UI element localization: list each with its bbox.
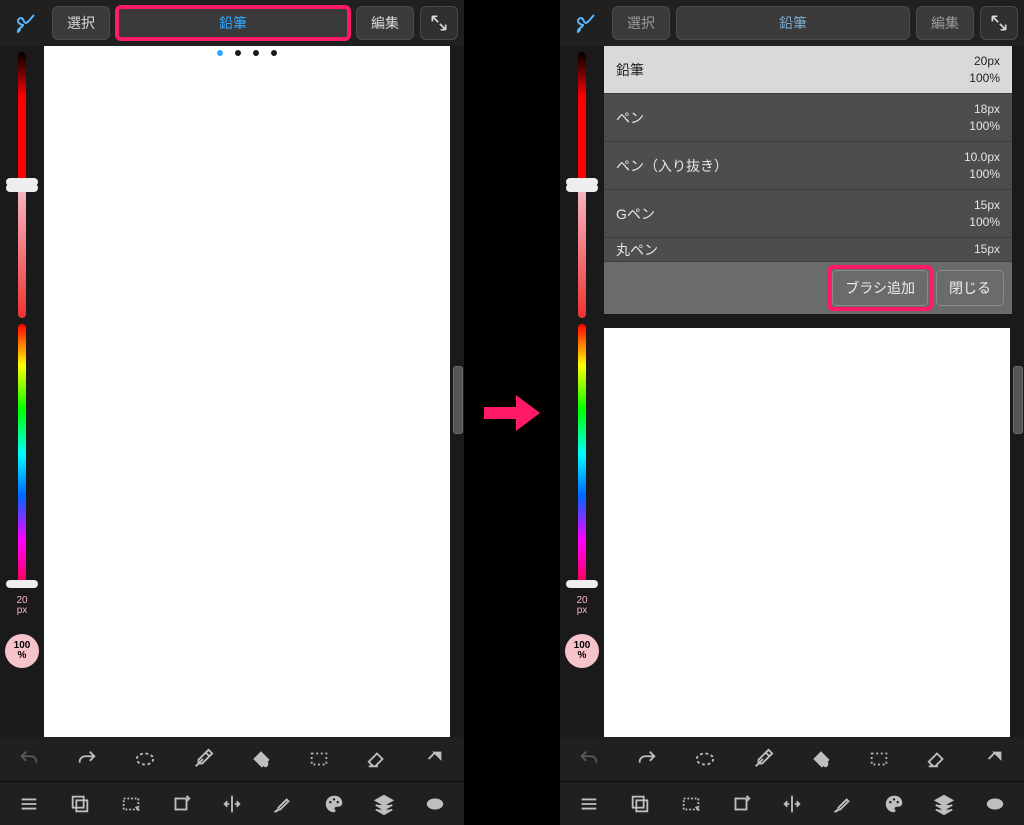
eraser-icon[interactable] [356,742,398,776]
menu-icon[interactable] [8,787,50,821]
brush-tool-icon[interactable] [6,6,46,40]
bucket-icon[interactable] [240,742,282,776]
ellipse-tool-icon[interactable] [414,787,456,821]
bucket-icon[interactable] [800,742,842,776]
crop-marquee-icon[interactable] [110,787,152,821]
undo-icon[interactable] [8,742,50,776]
scrollbar-thumb[interactable] [453,366,463,434]
arrow-icon [480,389,544,437]
rotate-icon[interactable] [160,787,202,821]
fullscreen-icon[interactable] [980,6,1018,40]
brush-settings-icon[interactable] [822,787,864,821]
brightness-slider[interactable] [9,52,35,182]
eraser-icon[interactable] [916,742,958,776]
share-icon[interactable] [974,742,1016,776]
bottom-toolbar-row2 [560,781,1024,825]
crop-marquee-icon[interactable] [670,787,712,821]
bottom-toolbar-row1 [560,737,1024,781]
brush-tool-icon[interactable] [566,6,606,40]
flip-horizontal-icon[interactable] [211,787,253,821]
layers-icon[interactable] [363,787,405,821]
right-scroll-edge [452,46,464,737]
menu-icon[interactable] [568,787,610,821]
fullscreen-icon[interactable] [420,6,458,40]
marquee-icon[interactable] [858,742,900,776]
saturation-slider[interactable] [9,188,35,318]
hue-slider[interactable] [569,324,595,584]
brush-list-item[interactable]: Gペン 15px100% [604,190,1012,238]
eyedropper-icon[interactable] [182,742,224,776]
page-indicator [217,50,277,56]
undo-icon[interactable] [568,742,610,776]
brush-dropdown-footer: ブラシ追加 閉じる [604,262,1012,314]
brush-list[interactable]: 鉛筆 20px100% ペン 18px100% ペン（入り抜き） 10.0px1… [604,46,1012,262]
share-icon[interactable] [414,742,456,776]
brush-title-button[interactable]: 鉛筆 [676,6,910,40]
app-screen-before: 選択 鉛筆 編集 20px 100% [0,0,464,825]
brush-dropdown-panel: 鉛筆 20px100% ペン 18px100% ペン（入り抜き） 10.0px1… [604,46,1012,314]
brush-settings-icon[interactable] [262,787,304,821]
flip-horizontal-icon[interactable] [771,787,813,821]
scrollbar-thumb[interactable] [1013,366,1023,434]
palette-icon[interactable] [873,787,915,821]
opacity-readout[interactable]: 100% [565,634,599,668]
select-button[interactable]: 選択 [612,6,670,40]
top-toolbar: 選択 鉛筆 編集 [560,0,1024,46]
close-button[interactable]: 閉じる [936,270,1004,306]
hue-slider[interactable] [9,324,35,584]
copy-icon[interactable] [619,787,661,821]
workspace: 20px 100% [0,46,464,737]
bottom-toolbar-row2 [0,781,464,825]
redo-icon[interactable] [626,742,668,776]
brush-list-item[interactable]: ペン（入り抜き） 10.0px100% [604,142,1012,190]
left-slider-rail: 20px 100% [0,46,44,737]
brush-title-button[interactable]: 鉛筆 [116,6,350,40]
top-toolbar: 選択 鉛筆 編集 [0,0,464,46]
rotate-icon[interactable] [720,787,762,821]
edit-button[interactable]: 編集 [356,6,414,40]
redo-icon[interactable] [66,742,108,776]
size-readout: 20px [6,596,38,614]
saturation-slider[interactable] [569,188,595,318]
edit-button[interactable]: 編集 [916,6,974,40]
transform-icon[interactable] [684,742,726,776]
eyedropper-icon[interactable] [742,742,784,776]
left-slider-rail: 20px 100% [560,46,604,737]
right-scroll-edge [1012,46,1024,737]
brush-list-item[interactable]: 鉛筆 20px100% [604,46,1012,94]
palette-icon[interactable] [313,787,355,821]
layers-icon[interactable] [923,787,965,821]
app-screen-after: 選択 鉛筆 編集 20px 100% [560,0,1024,825]
add-brush-button[interactable]: ブラシ追加 [832,270,928,306]
opacity-readout[interactable]: 100% [5,634,39,668]
size-readout: 20px [566,596,598,614]
ellipse-tool-icon[interactable] [974,787,1016,821]
canvas[interactable] [604,328,1010,737]
workspace: 20px 100% 鉛筆 20px100% ペン [560,46,1024,737]
canvas[interactable] [44,46,450,737]
bottom-toolbar-row1 [0,737,464,781]
marquee-icon[interactable] [298,742,340,776]
brush-list-item[interactable]: 丸ペン 15px [604,238,1012,262]
brightness-slider[interactable] [569,52,595,182]
transform-icon[interactable] [124,742,166,776]
copy-icon[interactable] [59,787,101,821]
select-button[interactable]: 選択 [52,6,110,40]
brush-list-item[interactable]: ペン 18px100% [604,94,1012,142]
